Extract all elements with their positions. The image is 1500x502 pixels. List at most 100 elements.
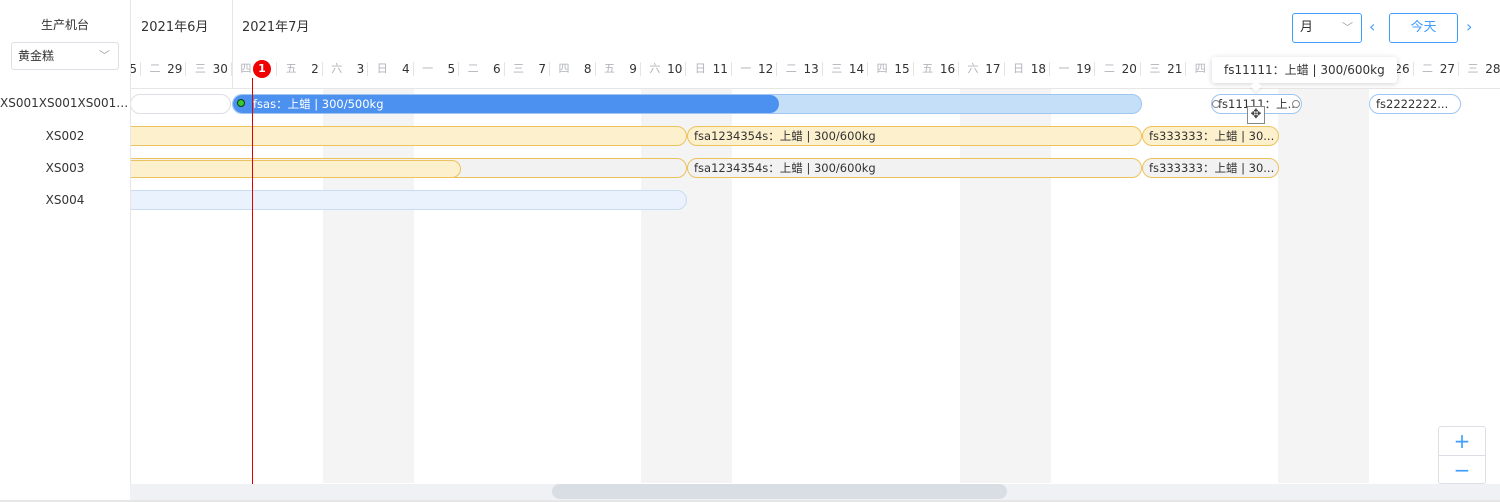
- machine-row-label: XS004: [45, 193, 85, 207]
- weekend-column: [1278, 89, 1369, 483]
- day-cell: 日 11: [687, 60, 732, 78]
- weekday-label: 日: [1013, 62, 1024, 75]
- task-bar[interactable]: fsa1234354s：上蜡 | 300/600kg: [687, 126, 1142, 146]
- view-mode-value: 月: [1300, 20, 1314, 35]
- day-cell: 三 30: [187, 60, 232, 78]
- day-cell: 二 20: [1096, 60, 1141, 78]
- day-cell: 二 27: [1414, 60, 1460, 78]
- task-label: fs333333：上蜡 | 30...: [1149, 129, 1275, 143]
- weekday-label: 三: [1149, 62, 1161, 75]
- day-cell: 一5: [414, 60, 460, 78]
- day-cell: 五 16: [914, 60, 960, 78]
- today-line: [252, 78, 253, 484]
- day-number: 7: [538, 62, 547, 76]
- weekday-label: 五: [285, 62, 297, 75]
- task-bar[interactable]: fs333333：上蜡 | 30...: [1142, 158, 1279, 178]
- day-cell: 三 21: [1141, 60, 1187, 78]
- scrollbar-thumb[interactable]: [552, 484, 1007, 499]
- day-number: 21: [1167, 62, 1183, 76]
- weekday-label: 二: [785, 62, 797, 75]
- view-mode-select[interactable]: 月 ﹀: [1292, 13, 1362, 43]
- day-cell: 一 12: [732, 60, 778, 78]
- weekend-column: [641, 89, 732, 483]
- day-number: 10: [667, 62, 683, 76]
- day-number: 16: [939, 62, 956, 76]
- day-cell: 二6: [460, 60, 505, 78]
- weekday-label: 四: [876, 62, 888, 75]
- day-number: 30: [212, 62, 228, 76]
- chevron-down-icon: ﹀: [99, 49, 110, 62]
- day-number: 18: [1030, 62, 1046, 76]
- task-bar[interactable]: [120, 126, 687, 146]
- product-select[interactable]: 黄金糕 ﹀: [11, 42, 119, 70]
- day-number: 9: [629, 62, 637, 76]
- gantt-app: 2021年6月 2021年7月 5二29三30四1五2六3日4一5二6三7四8五…: [0, 0, 1500, 502]
- task-bar[interactable]: fsa1234354s：上蜡 | 300/600kg: [687, 158, 1142, 178]
- chevron-right-icon[interactable]: ›: [1466, 17, 1472, 36]
- weekday-label: 六: [331, 62, 343, 75]
- weekday-label: 二: [149, 62, 161, 75]
- weekday-label: 二: [1422, 62, 1434, 75]
- day-cell: 一 19: [1050, 60, 1096, 78]
- weekday-label: 二: [1103, 62, 1115, 75]
- weekend-column: [960, 89, 1051, 483]
- resize-handle-left[interactable]: [1212, 100, 1220, 108]
- task-bar[interactable]: [120, 190, 687, 210]
- machine-row-label: XS001XS001XS001X...: [0, 96, 130, 110]
- day-number: 29: [167, 62, 183, 76]
- month-label-june: 2021年6月: [141, 20, 209, 35]
- day-cell: 五9: [596, 60, 641, 78]
- machine-row-label: XS003: [45, 161, 85, 175]
- weekday-label: 日: [376, 62, 388, 75]
- day-cell: 六 17: [960, 60, 1005, 78]
- weekday-label: 一: [422, 62, 434, 75]
- sidebar-title: 生产机台: [40, 18, 89, 32]
- day-number: 17: [985, 62, 1001, 76]
- day-cell: 日4: [369, 60, 414, 78]
- weekday-label: 五: [922, 62, 934, 75]
- zoom-in-button[interactable]: +: [1439, 427, 1485, 455]
- month-label-july: 2021年7月: [242, 20, 310, 35]
- weekday-label: 一: [740, 62, 752, 75]
- weekday-label: 三: [1467, 62, 1479, 75]
- today-button[interactable]: 今天: [1389, 13, 1458, 43]
- day-number: 8: [583, 62, 592, 76]
- chevron-left-icon[interactable]: ‹: [1369, 17, 1375, 36]
- day-cell: 四 15: [869, 60, 914, 78]
- task-bar[interactable]: [130, 94, 231, 114]
- task-bar-selected[interactable]: fsas：上蜡 | 300/500kg: [232, 94, 1142, 114]
- weekday-label: 三: [513, 62, 525, 75]
- day-number: 4: [402, 62, 410, 76]
- day-cell: 日 18: [1005, 60, 1050, 78]
- day-cell: 三7: [505, 60, 551, 78]
- move-icon[interactable]: ✥: [1247, 106, 1265, 124]
- task-progress-fill: [130, 160, 461, 178]
- day-number: 13: [803, 62, 819, 76]
- task-bar[interactable]: fs2222222...: [1369, 94, 1461, 114]
- weekday-label: 四: [558, 62, 570, 75]
- weekday-label: 四: [1194, 62, 1206, 75]
- zoom-out-button[interactable]: −: [1439, 456, 1485, 484]
- day-number: 27: [1439, 62, 1456, 76]
- day-number: 14: [848, 62, 865, 76]
- day-number: 5: [447, 62, 456, 76]
- weekday-label: 三: [831, 62, 843, 75]
- weekday-label: 三: [194, 62, 206, 75]
- task-label: fsa1234354s：上蜡 | 300/600kg: [694, 129, 876, 143]
- day-number: 15: [894, 62, 910, 76]
- machine-row-label: XS002: [45, 129, 85, 143]
- day-number: 12: [758, 62, 774, 76]
- day-number: 11: [712, 62, 728, 76]
- day-cell: 二 13: [778, 60, 823, 78]
- day-cell: 二 29: [141, 60, 187, 78]
- weekend-column: [323, 89, 414, 483]
- task-bar[interactable]: fs333333：上蜡 | 30...: [1142, 126, 1279, 146]
- day-number: 3: [356, 62, 365, 76]
- day-cell: 五2: [278, 60, 323, 78]
- select-value: 黄金糕: [18, 49, 55, 63]
- day-cell: 三 28: [1460, 60, 1500, 78]
- resize-handle-right[interactable]: [1292, 100, 1300, 108]
- zoom-control: + −: [1438, 426, 1486, 484]
- task-label: fsas：上蜡 | 300/500kg: [253, 97, 384, 111]
- weekday-label: 四: [240, 62, 252, 75]
